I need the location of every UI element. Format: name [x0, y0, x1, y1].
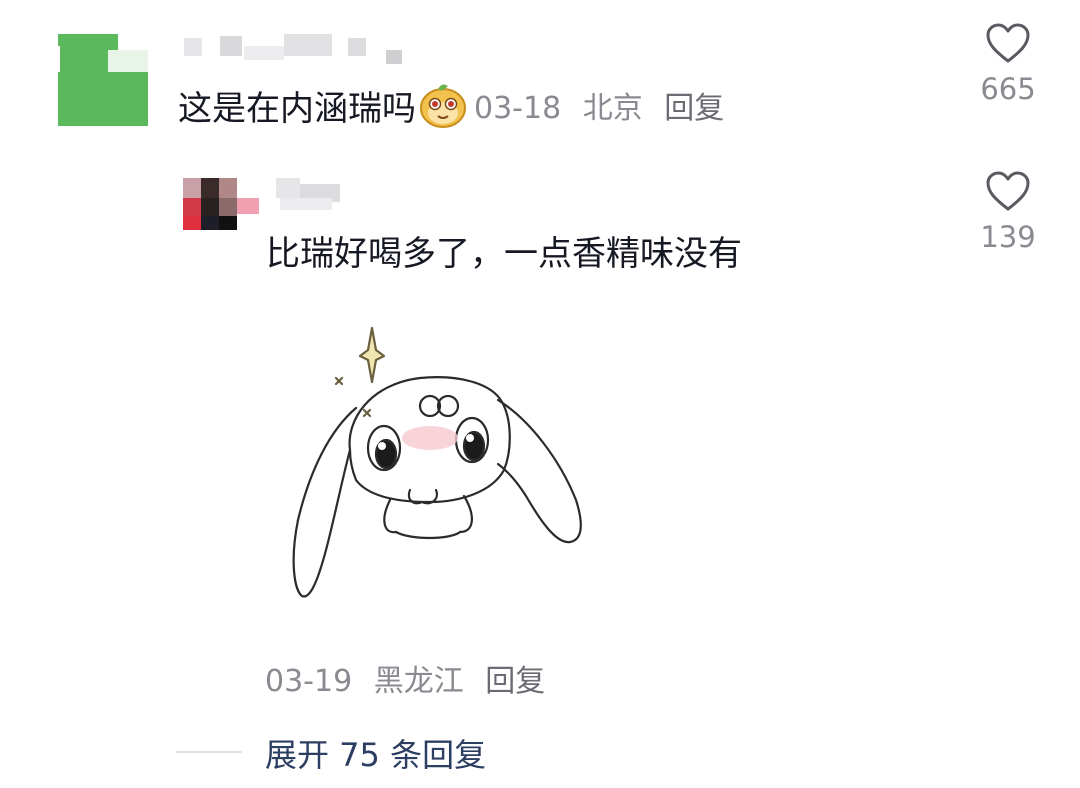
- bunny-sticker-icon[interactable]: [280, 320, 600, 610]
- comment-location: 北京: [582, 91, 643, 126]
- reply-date: 03-19: [265, 664, 353, 699]
- comment-date: 03-18: [474, 91, 562, 126]
- heart-icon[interactable]: [985, 22, 1031, 64]
- reply-meta: 03-19 黑龙江 回复: [265, 656, 557, 700]
- reply-text: 比瑞好喝多了，一点香精味没有: [266, 234, 742, 274]
- heart-icon[interactable]: [985, 170, 1031, 212]
- username-blurred[interactable]: [272, 178, 352, 214]
- like-count: 139: [980, 220, 1036, 254]
- divider: [176, 751, 242, 753]
- monkey-face-emoji-icon: [418, 80, 468, 130]
- like-button[interactable]: 139: [968, 170, 1048, 254]
- username-blurred[interactable]: [180, 32, 420, 68]
- avatar[interactable]: [183, 178, 259, 232]
- comment-meta: 03-18 北京 回复: [474, 83, 736, 127]
- comment-row: 这是在内涵瑞吗 03-18 北京 回复: [178, 80, 736, 130]
- reply-location: 黑龙江: [373, 664, 464, 699]
- expand-replies-button[interactable]: 展开 75 条回复: [265, 730, 486, 776]
- reply-button[interactable]: 回复: [485, 664, 545, 699]
- like-button[interactable]: 665: [968, 22, 1048, 106]
- reply-button[interactable]: 回复: [664, 91, 724, 126]
- comment-text: 这是在内涵瑞吗: [178, 88, 416, 129]
- avatar[interactable]: [44, 30, 148, 126]
- like-count: 665: [980, 72, 1036, 106]
